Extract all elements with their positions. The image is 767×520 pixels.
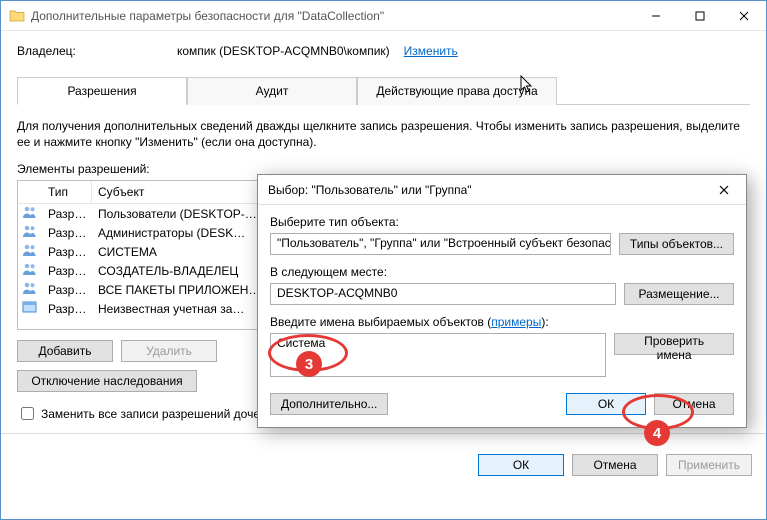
modal-cancel-button[interactable]: Отмена	[654, 393, 734, 415]
disable-inheritance-button[interactable]: Отключение наследования	[17, 370, 197, 392]
names-label-suffix: ):	[541, 315, 548, 329]
owner-value: компик (DESKTOP-ACQMNB0\компик)	[177, 44, 390, 58]
modal-close-button[interactable]	[702, 175, 746, 205]
owner-change-link[interactable]: Изменить	[404, 44, 458, 58]
replace-checkbox[interactable]	[21, 407, 34, 420]
check-names-button[interactable]: Проверить имена	[614, 333, 734, 355]
row-type: Разр…	[42, 302, 92, 316]
row-type: Разр…	[42, 264, 92, 278]
minimize-button[interactable]	[634, 1, 678, 31]
people-icon	[18, 262, 42, 279]
row-type: Разр…	[42, 283, 92, 297]
people-icon	[18, 281, 42, 298]
modal-ok-button[interactable]: ОК	[566, 393, 646, 415]
folder-icon	[9, 8, 25, 24]
object-types-button[interactable]: Типы объектов...	[619, 233, 734, 255]
advanced-button[interactable]: Дополнительно...	[270, 393, 388, 415]
maximize-button[interactable]	[678, 1, 722, 31]
names-label: Введите имена выбираемых объектов (приме…	[270, 315, 734, 329]
close-button[interactable]	[722, 1, 766, 31]
row-type: Разр…	[42, 207, 92, 221]
object-type-label: Выберите тип объекта:	[270, 215, 734, 229]
select-user-dialog: Выбор: "Пользователь" или "Группа" Выбер…	[257, 174, 747, 428]
main-cancel-button[interactable]: Отмена	[572, 454, 658, 476]
main-ok-button[interactable]: ОК	[478, 454, 564, 476]
main-title: Дополнительные параметры безопасности дл…	[31, 9, 634, 23]
row-type: Разр…	[42, 245, 92, 259]
owner-label: Владелец:	[17, 44, 177, 58]
examples-link[interactable]: примеры	[491, 315, 541, 329]
remove-button: Удалить	[121, 340, 217, 362]
col-type[interactable]: Тип	[42, 181, 92, 203]
modal-title: Выбор: "Пользователь" или "Группа"	[268, 183, 702, 197]
tab-effective[interactable]: Действующие права доступа	[357, 77, 557, 105]
tab-permissions[interactable]: Разрешения	[17, 77, 187, 105]
main-apply-button: Применить	[666, 454, 752, 476]
tab-audit[interactable]: Аудит	[187, 77, 357, 105]
people-icon	[18, 205, 42, 222]
main-titlebar: Дополнительные параметры безопасности дл…	[1, 1, 766, 31]
modal-titlebar: Выбор: "Пользователь" или "Группа"	[258, 175, 746, 205]
object-type-field[interactable]: "Пользователь", "Группа" или "Встроенный…	[270, 233, 611, 255]
people-icon	[18, 224, 42, 241]
row-type: Разр…	[42, 226, 92, 240]
modal-body: Выберите тип объекта: "Пользователь", "Г…	[258, 205, 746, 427]
object-names-input[interactable]	[270, 333, 606, 377]
package-icon	[18, 300, 42, 317]
location-button[interactable]: Размещение...	[624, 283, 734, 305]
add-button[interactable]: Добавить	[17, 340, 113, 362]
tabs: Разрешения Аудит Действующие права досту…	[17, 76, 750, 105]
instructions: Для получения дополнительных сведений дв…	[17, 119, 750, 150]
location-label: В следующем месте:	[270, 265, 734, 279]
people-icon	[18, 243, 42, 260]
location-field[interactable]: DESKTOP-ACQMNB0	[270, 283, 616, 305]
main-footer: ОК Отмена Применить	[1, 444, 766, 486]
names-label-prefix: Введите имена выбираемых объектов (	[270, 315, 491, 329]
owner-row: Владелец: компик (DESKTOP-ACQMNB0\компик…	[17, 44, 750, 58]
